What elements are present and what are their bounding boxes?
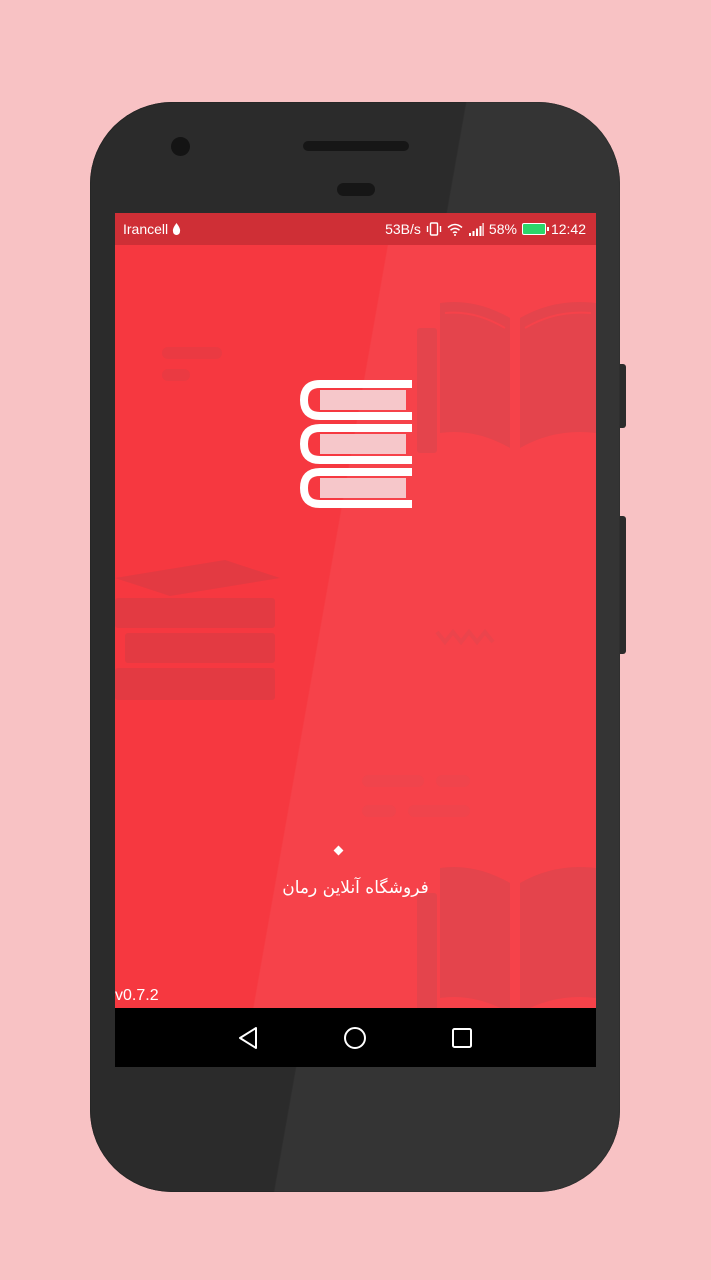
battery-percent: 58% xyxy=(488,221,517,237)
network-speed: 53B/s xyxy=(385,221,421,237)
earpiece-speaker xyxy=(303,141,409,151)
recents-button[interactable] xyxy=(448,1024,476,1052)
clock: 12:42 xyxy=(550,221,586,237)
volume-button xyxy=(620,516,626,654)
status-bar: Irancell 53B/s 58% 12:42 xyxy=(115,213,596,245)
front-camera xyxy=(171,137,190,156)
navigation-bar xyxy=(115,1008,596,1067)
signal-icon xyxy=(468,222,484,236)
recents-icon xyxy=(452,1028,472,1048)
power-button xyxy=(620,364,626,428)
carrier-name: Irancell xyxy=(123,221,169,237)
text-lines-decoration xyxy=(162,347,222,381)
text-lines-decoration-2 xyxy=(362,775,470,817)
home-icon xyxy=(344,1027,366,1049)
app-name: فروشگاه آنلاین رمان xyxy=(282,878,429,898)
stacked-books-illustration xyxy=(115,560,280,700)
open-book-illustration-top xyxy=(417,302,596,453)
app-version: v0.7.2 xyxy=(115,987,159,1004)
proximity-sensor xyxy=(337,183,375,196)
loading-indicator xyxy=(333,845,344,856)
wave-decoration xyxy=(435,628,495,646)
back-icon xyxy=(239,1027,257,1049)
vibrate-icon xyxy=(426,222,442,236)
battery-charging-icon xyxy=(521,223,549,235)
data-drop-icon xyxy=(172,223,181,235)
books-stack-icon xyxy=(300,380,412,508)
screen: Irancell 53B/s 58% 12:42 فروشگاه آنلاین … xyxy=(115,213,596,1067)
home-button[interactable] xyxy=(341,1024,369,1052)
wifi-icon xyxy=(447,223,463,236)
back-button[interactable] xyxy=(234,1024,262,1052)
